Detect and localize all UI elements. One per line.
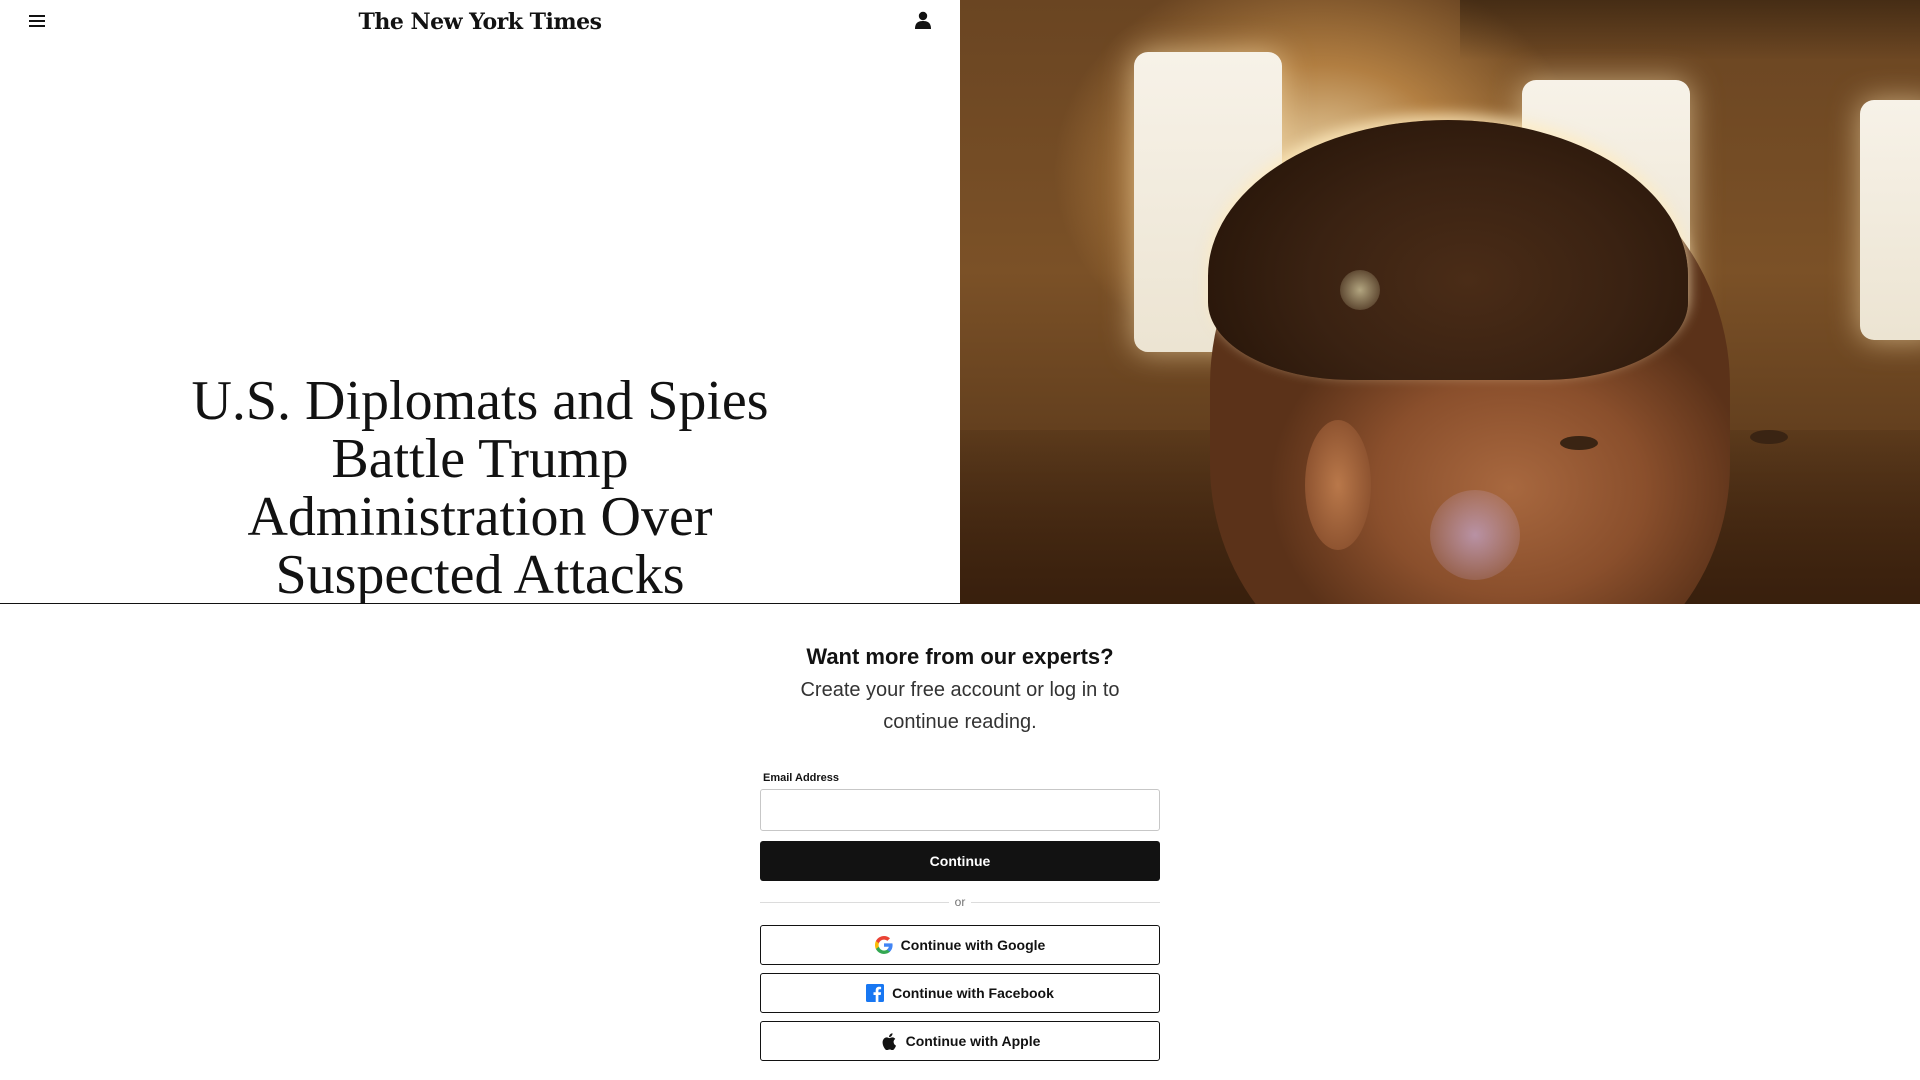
divider-line — [760, 901, 949, 903]
hero-text-panel: The New York Times U.S. Diplomats and Sp… — [0, 0, 960, 604]
lens-flare — [1430, 490, 1520, 580]
article-photo — [960, 0, 1920, 604]
email-input[interactable] — [760, 789, 1160, 831]
hamburger-menu-icon — [29, 15, 45, 27]
nyt-logo[interactable]: The New York Times — [330, 4, 630, 40]
or-text: or — [954, 895, 966, 909]
photo-sign — [1460, 0, 1920, 60]
photo-subject-ear — [1305, 420, 1371, 550]
apple-button-label: Continue with Apple — [905, 1033, 1041, 1049]
person-icon — [915, 11, 931, 29]
photo-subject-eye — [1560, 436, 1598, 450]
photo-window — [1860, 100, 1920, 340]
photo-subject-eye — [1750, 430, 1788, 444]
continue-with-google-button[interactable]: Continue with Google — [760, 925, 1160, 965]
facebook-button-label: Continue with Facebook — [892, 985, 1054, 1001]
continue-with-facebook-button[interactable]: Continue with Facebook — [760, 973, 1160, 1013]
account-button[interactable] — [911, 8, 935, 32]
continue-button[interactable]: Continue — [760, 841, 1160, 881]
google-icon — [874, 936, 893, 954]
lens-flare — [1340, 270, 1380, 310]
login-subtitle: Create your free account or log in to co… — [800, 679, 1120, 733]
facebook-icon — [866, 984, 885, 1002]
continue-with-apple-button[interactable]: Continue with Apple — [760, 1021, 1160, 1061]
apple-icon — [880, 1032, 898, 1050]
article-headline: U.S. Diplomats and Spies Battle Trump Ad… — [191, 370, 769, 604]
or-divider: or — [760, 892, 1161, 912]
login-title: Want more from our experts? — [806, 644, 1114, 669]
email-label: Email Address — [763, 772, 840, 784]
article-hero: The New York Times U.S. Diplomats and Sp… — [0, 0, 1920, 604]
menu-button[interactable] — [26, 10, 48, 32]
divider-line — [971, 901, 1161, 903]
google-button-label: Continue with Google — [900, 937, 1046, 953]
